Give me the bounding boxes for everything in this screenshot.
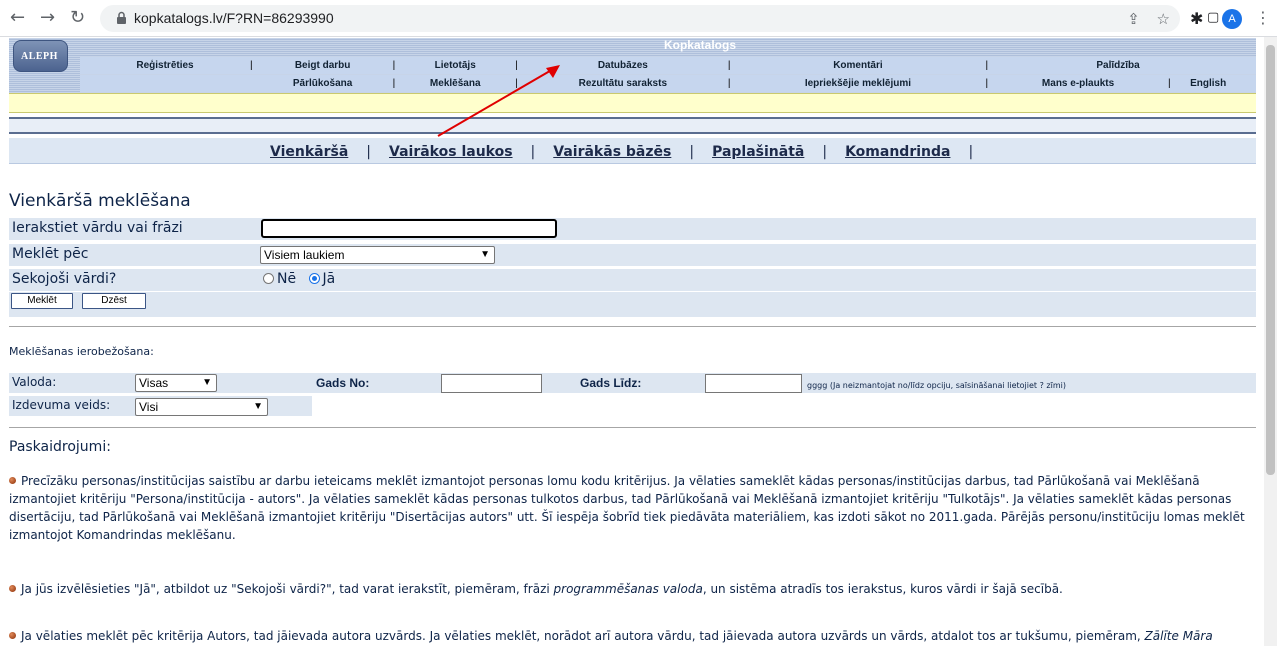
chevron-down-icon: ▼ bbox=[202, 377, 212, 388]
star-icon[interactable]: ☆ bbox=[1157, 10, 1170, 28]
menu-logout[interactable]: Beigt darbu bbox=[253, 60, 393, 71]
bullet-icon bbox=[9, 477, 16, 484]
tab-simple[interactable]: Vienkāršā bbox=[270, 144, 348, 160]
lock-icon bbox=[117, 11, 126, 24]
query-input[interactable] bbox=[261, 219, 557, 238]
year-hint: gggg (Ja neizmantojat no/līdz opciju, sa… bbox=[807, 381, 1066, 390]
menu-english[interactable]: English bbox=[1171, 78, 1246, 89]
explanation-text-3-italic: Zālīte Māra bbox=[1144, 629, 1213, 643]
format-value: Visi bbox=[139, 400, 159, 414]
reload-icon[interactable]: ↻ bbox=[70, 9, 85, 27]
menu-previous-searches[interactable]: Iepriekšējie meklējumi bbox=[730, 78, 985, 89]
message-band bbox=[9, 93, 1256, 113]
form-row-adjacent: Sekojoši vārdi? bbox=[9, 269, 1256, 291]
clear-button[interactable]: Dzēst bbox=[82, 293, 146, 309]
logo-text: ALEPH bbox=[21, 51, 58, 62]
menu-browse[interactable]: Pārlūkošana bbox=[253, 78, 393, 89]
search-button[interactable]: Meklēt bbox=[11, 293, 73, 309]
search-tabs: Vienkāršā | Vairākos laukos | Vairākās bāzēs… bbox=[270, 144, 974, 160]
back-arrow-icon[interactable]: ← bbox=[10, 9, 25, 27]
year-from-input[interactable] bbox=[441, 374, 542, 393]
format-select[interactable]: Visi ▼ bbox=[135, 398, 268, 416]
tab-command-line[interactable]: Komandrinda bbox=[845, 144, 950, 160]
form-row-search-by: Meklēt pēc bbox=[9, 244, 1256, 266]
query-label: Ierakstiet vārdu vai frāzi bbox=[12, 220, 183, 236]
radio-yes[interactable] bbox=[308, 273, 320, 284]
address-bar[interactable]: kopkatalogs.lv/F?RN=86293990 ⇪ ☆ bbox=[100, 5, 1180, 32]
divider-band bbox=[9, 117, 1256, 134]
url-text[interactable]: kopkatalogs.lv/F?RN=86293990 bbox=[134, 10, 334, 26]
tab-multi-base[interactable]: Vairākās bāzēs bbox=[553, 144, 671, 160]
explanation-text-2-italic: programmēšanas valoda bbox=[553, 582, 703, 596]
format-label: Izdevuma veids: bbox=[12, 398, 111, 412]
explanation-paragraph-3: Ja vēlaties meklēt pēc kritērija Autors,… bbox=[9, 627, 1249, 645]
menu-comments[interactable]: Komentāri bbox=[730, 60, 985, 71]
vertical-scrollbar[interactable] bbox=[1264, 37, 1277, 646]
tab-advanced[interactable]: Paplašinātā bbox=[712, 144, 804, 160]
explanation-text-3a: Ja vēlaties meklēt pēc kritērija Autors,… bbox=[21, 629, 1145, 643]
explanation-paragraph-1: Precīzāku personas/institūcijas saistību… bbox=[9, 472, 1249, 544]
radio-yes-label: Jā bbox=[322, 271, 336, 287]
bullet-icon bbox=[9, 632, 16, 639]
chevron-down-icon: ▼ bbox=[480, 249, 490, 260]
radio-no[interactable] bbox=[263, 273, 274, 284]
share-icon[interactable]: ⇪ bbox=[1127, 10, 1140, 28]
browser-toolbar: ← → ↻ kopkatalogs.lv/F?RN=86293990 ⇪ ☆ ✱… bbox=[0, 0, 1277, 37]
explanation-text-2a: Ja jūs izvēlēsieties "Jā", atbildot uz "… bbox=[21, 582, 554, 596]
tab-multi-field[interactable]: Vairākos laukos bbox=[389, 144, 513, 160]
page-title: Vienkāršā meklēšana bbox=[9, 191, 191, 211]
year-to-label: Gads Līdz: bbox=[580, 376, 642, 390]
search-by-label: Meklēt pēc bbox=[12, 246, 89, 262]
adjacent-radio-group: Nē Jā bbox=[263, 271, 335, 287]
explanation-text-2b: , un sistēma atradīs tos ierakstus, kuro… bbox=[702, 582, 1063, 596]
language-label: Valoda: bbox=[12, 375, 57, 389]
year-from-label: Gads No: bbox=[316, 376, 370, 390]
search-by-value: Visiem laukiem bbox=[264, 248, 345, 262]
forward-arrow-icon[interactable]: → bbox=[40, 9, 55, 27]
explanation-paragraph-2: Ja jūs izvēlēsieties "Jā", atbildot uz "… bbox=[9, 580, 1249, 598]
scrollbar-thumb[interactable] bbox=[1266, 45, 1275, 475]
chevron-down-icon: ▼ bbox=[253, 401, 263, 412]
side-panel-icon[interactable]: ▢ bbox=[1207, 10, 1219, 25]
language-value: Visas bbox=[139, 376, 169, 390]
divider bbox=[9, 427, 1256, 428]
divider bbox=[9, 326, 1256, 327]
form-buttons-row bbox=[9, 292, 1256, 317]
catalog-title: Kopkatalogs bbox=[663, 38, 736, 52]
adjacent-label: Sekojoši vārdi? bbox=[12, 271, 117, 287]
search-by-select[interactable]: Visiem laukiem ▼ bbox=[260, 246, 495, 264]
menu-my-eshelf[interactable]: Mans e-plaukts bbox=[988, 78, 1168, 89]
sub-menu: | Pārlūkošana | Meklēšana | Rezultātu sa… bbox=[80, 75, 1256, 92]
explanations-title: Paskaidrojumi: bbox=[9, 439, 111, 455]
extensions-icon[interactable]: ✱ bbox=[1190, 9, 1203, 28]
menu-register[interactable]: Reģistrēties bbox=[80, 60, 250, 71]
menu-help[interactable]: Palīdzība bbox=[988, 60, 1248, 71]
explanation-text-1: Precīzāku personas/institūcijas saistību… bbox=[9, 474, 1245, 542]
limits-title: Meklēšanas ierobežošana: bbox=[9, 345, 154, 358]
year-to-input[interactable] bbox=[705, 374, 802, 393]
annotation-arrow-icon bbox=[437, 65, 560, 137]
language-select[interactable]: Visas ▼ bbox=[135, 374, 217, 392]
top-menu: Reģistrēties | Beigt darbu | Lietotājs |… bbox=[80, 57, 1256, 74]
bullet-icon bbox=[9, 585, 16, 592]
radio-no-label: Nē bbox=[277, 271, 297, 287]
profile-avatar[interactable]: A bbox=[1222, 9, 1242, 29]
form-row-query: Ierakstiet vārdu vai frāzi bbox=[9, 218, 1256, 240]
more-menu-icon[interactable]: ⋮ bbox=[1255, 8, 1271, 27]
